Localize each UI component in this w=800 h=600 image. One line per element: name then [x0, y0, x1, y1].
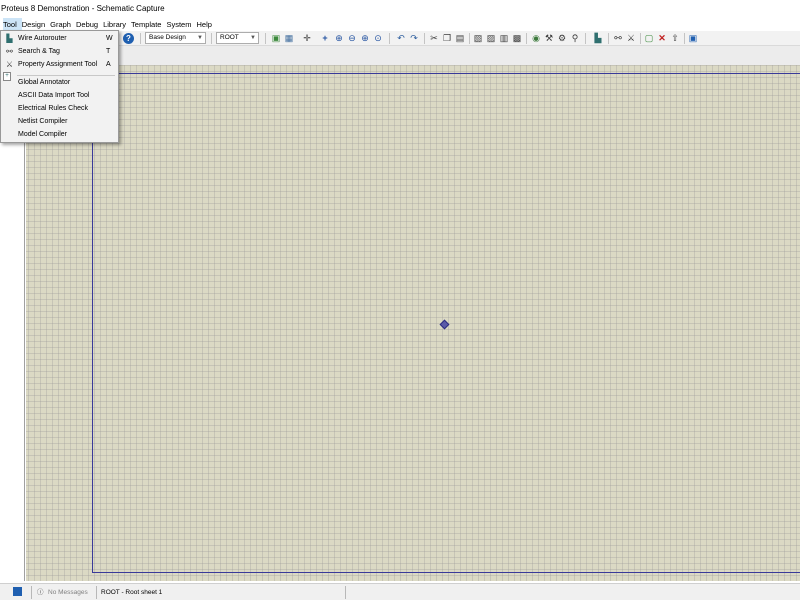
- toolbar-separator: [585, 33, 586, 44]
- window-title: Proteus 8 Demonstration - Schematic Capt…: [1, 4, 165, 13]
- proteus-window: Proteus 8 Demonstration - Schematic Capt…: [0, 0, 800, 600]
- new-sheet-icon[interactable]: ▢: [643, 33, 655, 44]
- status-divider: [345, 586, 346, 599]
- toolbar-separator: [211, 33, 212, 44]
- stop-simulation-icon[interactable]: [13, 587, 22, 596]
- block-move-icon[interactable]: ▨: [485, 33, 497, 44]
- chevron-down-icon: ▼: [197, 35, 203, 41]
- status-bar: ⓘ No Messages ROOT - Root sheet 1: [0, 583, 800, 600]
- pick-device-icon[interactable]: ◉: [530, 33, 542, 44]
- export-icon[interactable]: ▣: [687, 33, 699, 44]
- toolbar-separator: [424, 33, 425, 44]
- undo-icon[interactable]: ↶: [395, 33, 407, 44]
- menu-item-ascii-data-import[interactable]: ASCII Data Import Tool: [2, 89, 118, 102]
- toolbar-separator: [608, 33, 609, 44]
- menu-item-label: ASCII Data Import Tool: [18, 92, 90, 99]
- menu-item-model-compiler[interactable]: Model Compiler: [2, 128, 118, 141]
- main-toolbar: ? Base Design ▼ ROOT ▼ ▣ ▦ ✛ + ⊕ ⊖ ⊕ ⊙ ↶…: [0, 31, 800, 46]
- pan-icon[interactable]: +: [319, 33, 331, 44]
- make-device-icon[interactable]: ⚒: [543, 33, 555, 44]
- variant-select-value: Base Design: [149, 34, 186, 41]
- menu-item-electrical-rules-check[interactable]: Electrical Rules Check: [2, 102, 118, 115]
- block-delete-icon[interactable]: ▩: [511, 33, 523, 44]
- menu-template[interactable]: Template: [131, 18, 166, 31]
- wire-autorouter-icon[interactable]: ▙: [592, 33, 604, 44]
- menu-item-shortcut: A: [106, 61, 111, 68]
- menu-item-shortcut: T: [106, 48, 111, 55]
- menu-item-label: Search & Tag: [18, 48, 60, 55]
- menu-item-property-assignment[interactable]: ⚔ Property Assignment Tool A: [2, 58, 118, 71]
- zoom-area-icon[interactable]: ⊙: [372, 33, 384, 44]
- sheet-select-value: ROOT: [220, 34, 239, 41]
- block-rotate-icon[interactable]: ▥: [498, 33, 510, 44]
- zoom-out-icon[interactable]: ⊖: [346, 33, 358, 44]
- menu-item-label: Electrical Rules Check: [18, 105, 89, 112]
- block-copy-icon[interactable]: ▧: [472, 33, 484, 44]
- tool-menu-dropdown: ▙ Wire Autorouter W ⚯ Search & Tag T ⚔ P…: [0, 30, 119, 143]
- menu-item-label: Property Assignment Tool: [18, 61, 98, 68]
- menu-item-label: Netlist Compiler: [18, 118, 68, 125]
- menu-item-label: Wire Autorouter: [18, 35, 67, 42]
- canvas-top-margin: [26, 46, 800, 65]
- toolbar-separator: [140, 33, 141, 44]
- menu-item-label: Model Compiler: [18, 131, 68, 138]
- menu-help[interactable]: Help: [196, 18, 216, 31]
- title-bar: Proteus 8 Demonstration - Schematic Capt…: [0, 0, 800, 18]
- cut-icon[interactable]: ✂: [428, 33, 440, 44]
- menu-item-label: Global Annotator: [18, 79, 71, 86]
- current-sheet-status: ROOT - Root sheet 1: [101, 589, 163, 596]
- packaging-icon[interactable]: ⚙: [556, 33, 568, 44]
- menu-bar: Tool Design Graph Debug Library Template…: [0, 18, 800, 31]
- variant-select[interactable]: Base Design ▼: [145, 32, 206, 44]
- status-divider: [96, 586, 97, 599]
- paste-icon[interactable]: ▤: [454, 33, 466, 44]
- messages-status[interactable]: No Messages: [48, 584, 88, 600]
- search-tag-icon[interactable]: ⚯: [612, 33, 624, 44]
- origin-icon[interactable]: ✛: [301, 33, 313, 44]
- terminal-mode-icon[interactable]: +: [3, 72, 11, 81]
- toolbar-separator: [640, 33, 641, 44]
- menu-item-search-tag[interactable]: ⚯ Search & Tag T: [2, 45, 118, 58]
- toolbar-separator: [265, 33, 266, 44]
- copy-icon[interactable]: ❐: [441, 33, 453, 44]
- decompose-icon[interactable]: ⚲: [569, 33, 581, 44]
- delete-sheet-icon[interactable]: ✕: [656, 33, 668, 44]
- status-divider: [31, 586, 32, 599]
- menu-item-global-annotator[interactable]: Global Annotator: [2, 76, 118, 89]
- chevron-down-icon: ▼: [250, 35, 256, 41]
- help-icon[interactable]: ?: [123, 33, 134, 44]
- property-assignment-icon: ⚔: [5, 60, 14, 69]
- zoom-all-icon[interactable]: ⊕: [359, 33, 371, 44]
- menu-item-netlist-compiler[interactable]: Netlist Compiler: [2, 115, 118, 128]
- toolbar-separator: [469, 33, 470, 44]
- refresh-icon[interactable]: ▣: [270, 33, 282, 44]
- wire-autorouter-icon: ▙: [6, 34, 13, 43]
- zoom-in-icon[interactable]: ⊕: [333, 33, 345, 44]
- toolbar-separator: [526, 33, 527, 44]
- property-assignment-icon[interactable]: ⚔: [625, 33, 637, 44]
- menu-item-shortcut: W: [106, 35, 113, 42]
- menu-system[interactable]: System: [166, 18, 196, 31]
- sheet-select[interactable]: ROOT ▼: [216, 32, 259, 44]
- goto-sheet-icon[interactable]: ⇧: [669, 33, 681, 44]
- redo-icon[interactable]: ↷: [408, 33, 420, 44]
- search-tag-icon: ⚯: [6, 47, 13, 56]
- grid-icon[interactable]: ▦: [283, 33, 295, 44]
- toolbar-separator: [684, 33, 685, 44]
- info-icon: ⓘ: [37, 589, 44, 596]
- menu-item-wire-autorouter[interactable]: ▙ Wire Autorouter W: [2, 32, 118, 45]
- toolbar-separator: [389, 33, 390, 44]
